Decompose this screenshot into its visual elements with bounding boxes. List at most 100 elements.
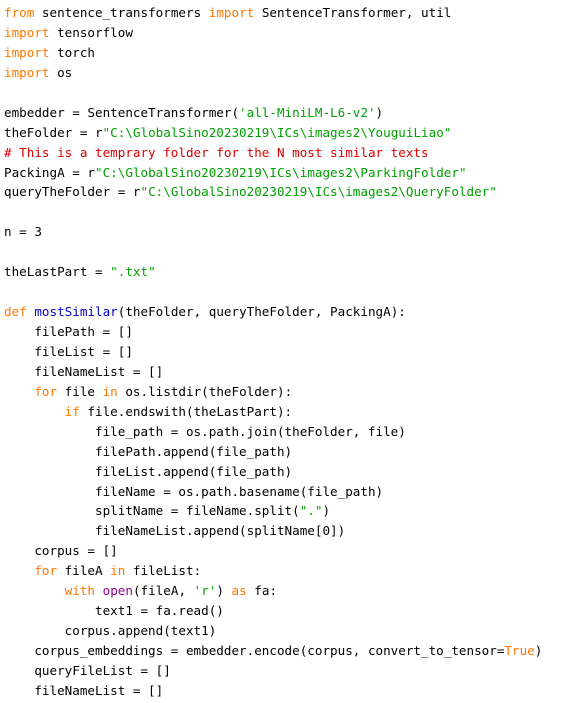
code-token-pl: os	[49, 64, 73, 80]
code-token-pl: splitName = fileName.split(	[4, 503, 300, 519]
code-token-pl: file	[57, 383, 103, 399]
code-line: queryTheFolder = r"C:\GlobalSino20230219…	[4, 182, 568, 202]
code-line: ​	[4, 242, 568, 262]
code-token-str: ".txt"	[110, 264, 156, 280]
code-token-str: "C:\GlobalSino20230219\ICs\images2\Yougu…	[102, 124, 452, 140]
code-line: file_path = os.path.join(theFolder, file…	[4, 422, 568, 442]
code-token-kw: if	[64, 403, 80, 419]
code-line: ​	[4, 202, 568, 222]
code-token-kw: import	[4, 64, 50, 80]
code-token-kw: as	[231, 583, 247, 599]
source-code-text[interactable]: from sentence_transformers import Senten…	[4, 3, 568, 703]
code-token-pl: (theFolder, queryTheFolder, PackingA):	[117, 304, 406, 320]
code-token-pl: fileNameList = []	[4, 363, 164, 379]
code-token-str: "C:\GlobalSino20230219\ICs\images2\Parki…	[95, 164, 467, 180]
code-token-pl: os.listdir(theFolder):	[117, 383, 293, 399]
code-token-kw: with	[64, 583, 96, 599]
code-token-kw: for	[34, 383, 58, 399]
code-token-pl: file_path = os.path.join(theFolder, file…	[4, 423, 406, 439]
code-token-kw: import	[208, 5, 255, 20]
code-line: embedder = SentenceTransformer('all-Mini…	[4, 103, 568, 123]
code-token-pl: fileNameList = []	[4, 682, 164, 698]
code-token-kw: in	[102, 383, 118, 399]
code-token-pl: filePath = []	[4, 324, 133, 339]
code-line: import tensorflow	[4, 23, 568, 43]
code-line: if file.endswith(theLastPart):	[4, 402, 568, 422]
code-editor-view[interactable]: from sentence_transformers import Senten…	[0, 0, 568, 703]
code-token-pl: SentenceTransformer, util	[254, 5, 452, 20]
code-token-pl: fileA	[57, 563, 111, 579]
code-line: filePath.append(file_path)	[4, 442, 568, 462]
code-line: # This is a temprary folder for the N mo…	[4, 143, 568, 163]
code-line: fileName = os.path.basename(file_path)	[4, 482, 568, 502]
code-token-pl: corpus = []	[4, 543, 118, 559]
code-line: fileList = []	[4, 342, 568, 362]
code-line: import os	[4, 63, 568, 83]
code-token-pl: (fileA,	[132, 583, 194, 599]
code-token-pl: )	[375, 104, 384, 120]
code-line: fileNameList = []	[4, 681, 568, 701]
code-token-pl: fileList.append(file_path)	[4, 463, 293, 479]
code-token-pl: tensorflow	[49, 24, 133, 40]
code-token-kw: import	[4, 24, 50, 40]
code-line: from sentence_transformers import Senten…	[4, 3, 568, 23]
code-line: theFolder = r"C:\GlobalSino20230219\ICs\…	[4, 123, 568, 143]
code-line: splitName = fileName.split(".")	[4, 501, 568, 521]
code-token-str: 'all-MiniLM-L6-v2'	[239, 104, 376, 120]
code-token-pl: corpus_embeddings = embedder.encode(corp…	[4, 643, 505, 658]
code-line: text1 = fa.read()	[4, 601, 568, 621]
code-token-pl: queryFileList = []	[4, 662, 171, 678]
code-line: theLastPart = ".txt"	[4, 262, 568, 282]
code-token-pl: text1 = fa.read()	[4, 603, 224, 619]
code-token-pl: filePath.append(file_path)	[4, 443, 293, 459]
code-token-str: 'r'	[193, 583, 217, 599]
code-token-pl: queryTheFolder = r	[4, 184, 141, 200]
code-line: for file in os.listdir(theFolder):	[4, 382, 568, 402]
code-line: filePath = []	[4, 322, 568, 342]
code-token-kw: True	[504, 643, 535, 658]
code-token-kw: import	[4, 44, 50, 60]
code-token-kw: def	[4, 304, 27, 320]
code-line: corpus.append(text1)	[4, 621, 568, 641]
code-token-pl: file.endswith(theLastPart):	[79, 403, 293, 419]
code-line: def mostSimilar(theFolder, queryTheFolde…	[4, 302, 568, 322]
code-line: ​	[4, 282, 568, 302]
code-line: fileNameList.append(splitName[0])	[4, 521, 568, 541]
code-token-def: mostSimilar	[34, 304, 118, 320]
code-token-com: # This is a temprary folder for the N mo…	[4, 144, 429, 160]
code-token-kw: in	[110, 563, 126, 579]
code-token-pl: torch	[49, 44, 95, 60]
code-token-pl: )	[534, 643, 543, 658]
code-token-pl: corpus.append(text1)	[4, 623, 217, 639]
code-token-pl: )	[216, 583, 232, 599]
code-token-kw: for	[34, 563, 58, 579]
code-token-bi: open	[102, 583, 133, 599]
code-token-pl: fileName = os.path.basename(file_path)	[4, 483, 384, 499]
code-token-pl: fa:	[246, 583, 278, 599]
code-line: PackingA = r"C:\GlobalSino20230219\ICs\i…	[4, 163, 568, 183]
code-token-pl: theLastPart =	[4, 264, 111, 280]
code-line: n = 3	[4, 222, 568, 242]
code-token-pl: fileList = []	[4, 343, 133, 359]
code-token-str: "C:\GlobalSino20230219\ICs\images2\Query…	[140, 184, 497, 200]
code-token-pl: )	[322, 503, 331, 519]
code-token-str: "."	[299, 503, 323, 519]
code-line: corpus = []	[4, 541, 568, 561]
code-token-pl: fileList:	[125, 563, 202, 579]
code-token-pl: embedder = SentenceTransformer(	[4, 104, 240, 120]
code-token-pl: n = 3	[4, 224, 42, 240]
code-token-pl: sentence_transformers	[34, 5, 209, 20]
code-line: with open(fileA, 'r') as fa:	[4, 581, 568, 601]
code-line: for fileA in fileList:	[4, 561, 568, 581]
code-line: import torch	[4, 43, 568, 63]
code-line: corpus_embeddings = embedder.encode(corp…	[4, 641, 568, 661]
code-line: queryFileList = []	[4, 661, 568, 681]
code-line: fileNameList = []	[4, 362, 568, 382]
code-line: ​	[4, 83, 568, 103]
code-token-kw: from	[4, 5, 35, 20]
